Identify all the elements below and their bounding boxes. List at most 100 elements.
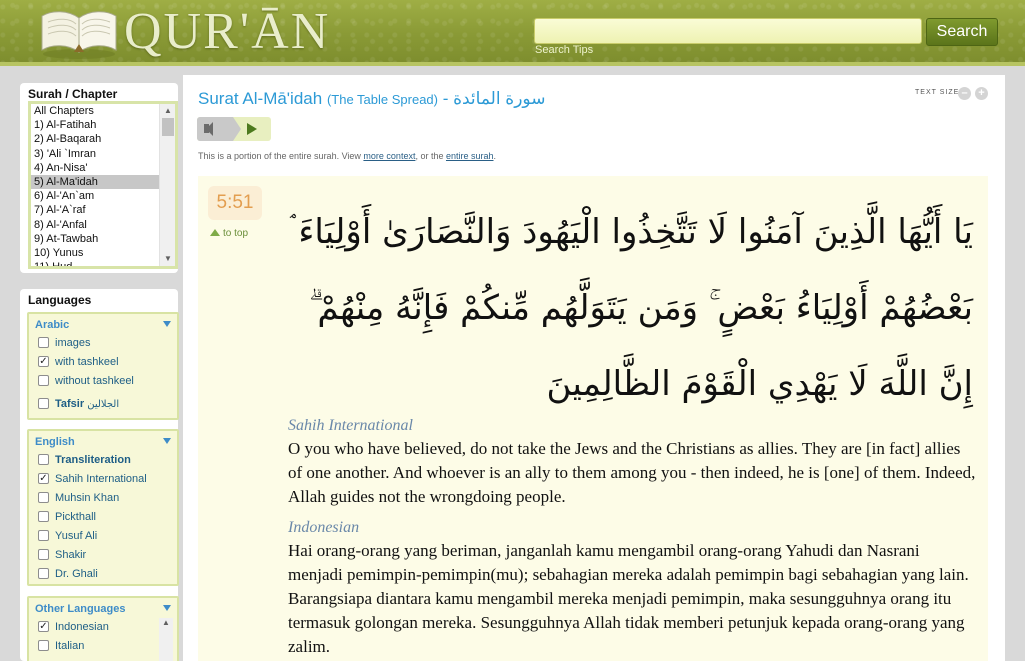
- chapter-option[interactable]: 11) Hud: [31, 260, 161, 266]
- checkbox[interactable]: [38, 337, 49, 348]
- option-yusuf-ali[interactable]: Yusuf Ali: [29, 527, 177, 546]
- option-label: Dr. Ghali: [55, 568, 98, 580]
- other-group-header[interactable]: Other Languages: [29, 598, 177, 618]
- checkbox[interactable]: [38, 454, 49, 465]
- verse-container: 5:51 to top يَا أَيُّهَا الَّذِينَ آمَنُ…: [198, 176, 988, 661]
- tafsir-arabic-label: الجلالين: [87, 399, 120, 410]
- surah-arabic-name: سورة المائدة: [453, 89, 546, 108]
- checkbox-checked[interactable]: ✓: [38, 621, 49, 632]
- chapter-option[interactable]: 2) Al-Baqarah: [31, 132, 161, 146]
- option-transliteration[interactable]: Transliteration: [29, 451, 177, 470]
- languages-panel: Languages Arabic images ✓ with tashkeel w…: [20, 289, 179, 661]
- text-size-increase-button[interactable]: +: [975, 87, 988, 100]
- checkbox-checked[interactable]: ✓: [38, 356, 49, 367]
- to-top-label: to top: [223, 228, 249, 239]
- translation-sahih-international: Sahih International O you who have belie…: [288, 417, 978, 509]
- chapter-option-selected[interactable]: 5) Al-Ma'idah: [31, 174, 161, 190]
- entire-surah-link[interactable]: entire surah: [446, 151, 494, 161]
- option-label: Pickthall: [55, 511, 96, 523]
- option-label: Shakir: [55, 549, 87, 561]
- translation-text: Hai orang-orang yang beriman, janganlah …: [288, 541, 969, 656]
- option-italian[interactable]: Italian: [29, 637, 177, 656]
- option-label: with tashkeel: [55, 356, 119, 368]
- other-languages-scrollbar[interactable]: ▲: [159, 618, 173, 661]
- collapse-triangle-icon[interactable]: [163, 321, 171, 327]
- site-logo-text[interactable]: QUR'ĀN: [124, 2, 330, 61]
- scroll-thumb[interactable]: [162, 118, 174, 136]
- english-group-header[interactable]: English: [29, 431, 177, 451]
- up-arrow-icon: [210, 229, 220, 236]
- chapter-option[interactable]: 7) Al-'A`raf: [31, 203, 161, 217]
- option-pickthall[interactable]: Pickthall: [29, 508, 177, 527]
- option-label: images: [55, 337, 91, 349]
- speaker-icon[interactable]: [197, 117, 241, 141]
- arabic-language-group: Arabic images ✓ with tashkeel without tas…: [27, 312, 179, 420]
- verse-number-badge[interactable]: 5:51: [208, 186, 262, 220]
- scroll-up-arrow-icon[interactable]: ▲: [159, 618, 173, 627]
- page-title: Surat Al-Mā'idah (The Table Spread) - سو…: [198, 89, 545, 109]
- english-group-label: English: [35, 436, 75, 448]
- chapter-option[interactable]: 8) Al-'Anfal: [31, 218, 161, 232]
- option-images[interactable]: images: [29, 334, 177, 353]
- option-muhsin-khan[interactable]: Muhsin Khan: [29, 489, 177, 508]
- checkbox[interactable]: [38, 492, 49, 503]
- arabic-group-header[interactable]: Arabic: [29, 314, 177, 334]
- checkbox[interactable]: [38, 568, 49, 579]
- other-languages-group: Other Languages ✓ Indonesian Italian ▲: [27, 596, 179, 661]
- option-label: Tafsir: [55, 398, 85, 410]
- checkbox[interactable]: [38, 398, 49, 409]
- checkbox[interactable]: [38, 640, 49, 651]
- checkbox-checked[interactable]: ✓: [38, 473, 49, 484]
- option-with-tashkeel[interactable]: ✓ with tashkeel: [29, 353, 177, 372]
- book-logo-icon[interactable]: [38, 4, 120, 60]
- surah-listbox[interactable]: All Chapters 1) Al-Fatihah 2) Al-Baqarah…: [28, 101, 178, 269]
- option-sahih-international[interactable]: ✓ Sahih International: [29, 470, 177, 489]
- to-top-link[interactable]: to top: [210, 228, 248, 239]
- chapter-list-scrollbar[interactable]: ▲ ▼: [159, 104, 175, 266]
- arabic-group-label: Arabic: [35, 319, 70, 331]
- text-size-label: TEXT SIZE: [915, 89, 960, 96]
- portion-note: This is a portion of the entire surah. V…: [198, 151, 496, 161]
- languages-title: Languages: [28, 293, 92, 307]
- text-size-decrease-button[interactable]: –: [958, 87, 971, 100]
- option-shakir[interactable]: Shakir: [29, 546, 177, 565]
- chapter-option[interactable]: 10) Yunus: [31, 246, 161, 260]
- translation-name: Sahih International: [288, 417, 413, 434]
- main-content: Surat Al-Mā'idah (The Table Spread) - سو…: [183, 75, 1005, 661]
- chapter-option[interactable]: 3) 'Ali `Imran: [31, 147, 161, 161]
- chapter-option[interactable]: 1) Al-Fatihah: [31, 118, 161, 132]
- search-button[interactable]: Search: [926, 18, 998, 46]
- translation-indonesian: Indonesian Hai orang-orang yang beriman,…: [288, 519, 978, 659]
- chapter-option[interactable]: All Chapters: [31, 104, 161, 118]
- option-label: Muhsin Khan: [55, 492, 120, 504]
- option-indonesian[interactable]: ✓ Indonesian: [29, 618, 177, 637]
- option-dr-ghali[interactable]: Dr. Ghali: [29, 565, 177, 584]
- collapse-triangle-icon[interactable]: [163, 605, 171, 611]
- surah-english-name: (The Table Spread): [326, 92, 438, 107]
- site-header: QUR'ĀN Search Search Tips: [0, 0, 1025, 66]
- option-label: Yusuf Ali: [55, 530, 98, 542]
- chapter-option[interactable]: 9) At-Tawbah: [31, 232, 161, 246]
- checkbox[interactable]: [38, 375, 49, 386]
- option-label: Italian: [55, 640, 85, 652]
- collapse-triangle-icon[interactable]: [163, 438, 171, 444]
- checkbox[interactable]: [38, 549, 49, 560]
- play-icon[interactable]: [247, 123, 257, 135]
- checkbox[interactable]: [38, 511, 49, 522]
- translation-text: O you who have believed, do not take the…: [288, 439, 976, 506]
- audio-player: [197, 117, 271, 141]
- chapter-option[interactable]: 6) Al-'An`am: [31, 189, 161, 203]
- search-tips-link[interactable]: Search Tips: [535, 44, 593, 56]
- scroll-down-arrow-icon[interactable]: ▼: [160, 252, 175, 266]
- more-context-link[interactable]: more context: [363, 151, 415, 161]
- other-group-label: Other Languages: [35, 603, 126, 615]
- portion-note-text: This is a portion of the entire surah. V…: [198, 151, 364, 161]
- option-label: Sahih International: [55, 473, 147, 485]
- search-input[interactable]: [534, 18, 922, 44]
- chapter-option[interactable]: 4) An-Nisa': [31, 161, 161, 175]
- arabic-verse-text: يَا أَيُّهَا الَّذِينَ آمَنُوا لَا تَتَّ…: [289, 212, 973, 404]
- checkbox[interactable]: [38, 530, 49, 541]
- option-tafsir[interactable]: Tafsir الجلالين: [29, 395, 177, 414]
- scroll-up-arrow-icon[interactable]: ▲: [160, 104, 175, 118]
- option-without-tashkeel[interactable]: without tashkeel: [29, 372, 177, 391]
